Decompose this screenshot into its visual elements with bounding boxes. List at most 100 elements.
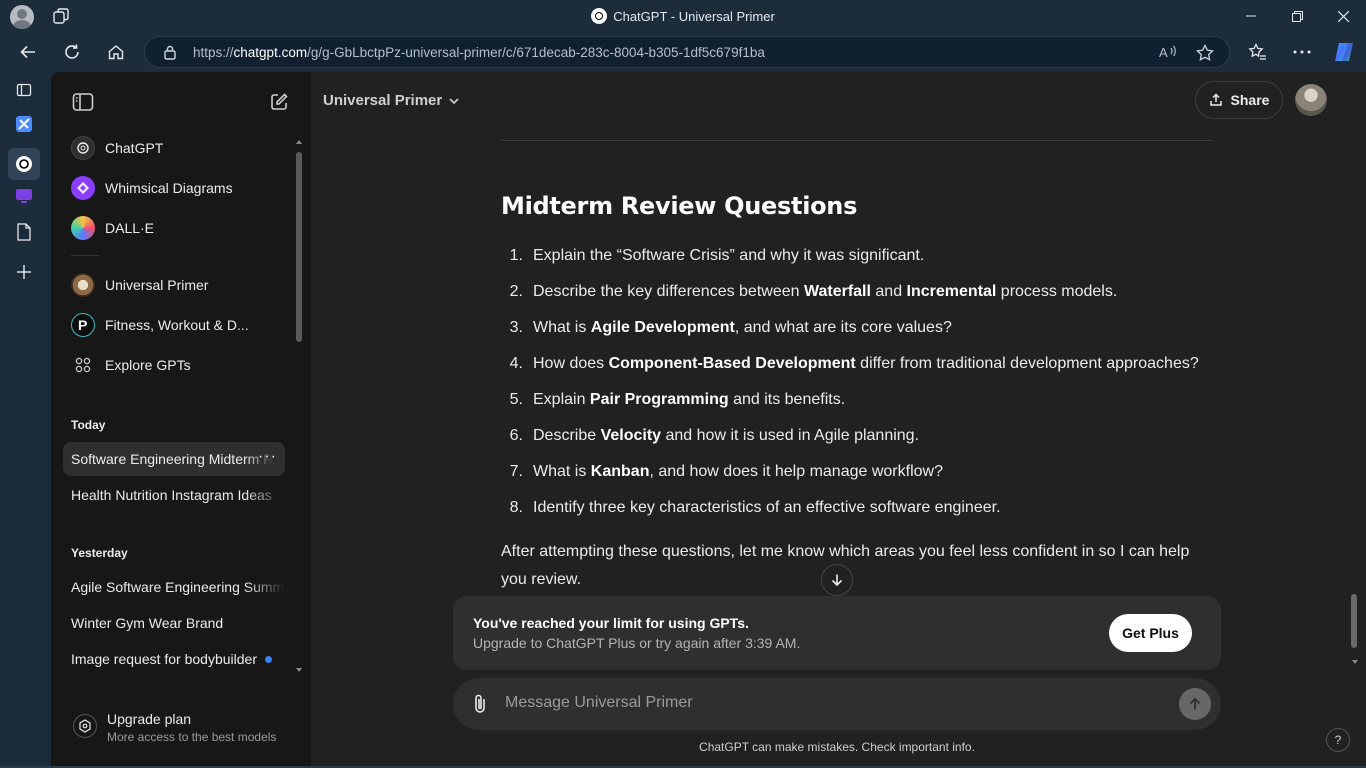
user-avatar[interactable] bbox=[1295, 84, 1327, 116]
question-text: Explain Pair Programming and its benefit… bbox=[533, 391, 846, 408]
sidebar-divider bbox=[71, 255, 99, 256]
model-name: Universal Primer bbox=[323, 92, 443, 109]
question-text: What is Agile Development, and what are … bbox=[533, 319, 952, 336]
question-item: 5. Explain Pair Programming and its benef… bbox=[501, 382, 1213, 418]
message-composer[interactable]: Message Universal Primer bbox=[453, 678, 1221, 730]
scroll-to-bottom-button[interactable] bbox=[821, 564, 853, 596]
favorites-icon[interactable] bbox=[1244, 38, 1272, 66]
question-number: 1. bbox=[509, 247, 523, 264]
sidebar-scroll-thumb[interactable] bbox=[296, 152, 302, 342]
share-button[interactable]: Share bbox=[1195, 81, 1283, 119]
share-label: Share bbox=[1230, 92, 1270, 108]
gpt-item-label: DALL·E bbox=[105, 220, 155, 236]
upgrade-subtitle: More access to the best models bbox=[107, 730, 277, 744]
question-number: 5. bbox=[509, 391, 523, 408]
help-button[interactable]: ? bbox=[1326, 728, 1350, 752]
arrow-up-icon bbox=[1189, 697, 1201, 710]
close-window-button[interactable] bbox=[1320, 0, 1366, 32]
limit-title: You've reached your limit for using GPTs… bbox=[473, 615, 749, 631]
home-button[interactable] bbox=[102, 38, 130, 66]
message-input[interactable]: Message Universal Primer bbox=[505, 694, 693, 712]
section-label-today: Today bbox=[71, 418, 106, 432]
svg-text:A: A bbox=[1159, 45, 1168, 60]
dalle-icon bbox=[71, 216, 95, 240]
new-chat-button[interactable] bbox=[267, 90, 291, 114]
favorite-star-icon[interactable] bbox=[1195, 43, 1215, 68]
question-text: Identify three key characteristics of an… bbox=[533, 499, 1001, 516]
svg-text:P: P bbox=[78, 317, 87, 333]
question-text: How does Component-Based Development dif… bbox=[533, 355, 1199, 372]
browser-toolbar: https://chatgpt.com/g/g-GbLbctpPz-univer… bbox=[0, 32, 1366, 72]
section-divider bbox=[501, 140, 1213, 141]
gpt-item-universal-primer[interactable]: Universal Primer bbox=[63, 267, 285, 303]
url-path: /g/g-GbLbctpPz-universal-primer/c/671dec… bbox=[307, 45, 765, 60]
chat-item-health-nutrition[interactable]: Health Nutrition Instagram Ideas bbox=[63, 478, 285, 512]
whimsical-icon bbox=[71, 176, 95, 200]
vertical-tabs-icon[interactable] bbox=[12, 78, 36, 102]
limit-subtitle: Upgrade to ChatGPT Plus or try again aft… bbox=[473, 635, 801, 651]
question-item: 4. How does Component-Based Development d… bbox=[501, 346, 1213, 382]
chat-options-button[interactable]: ··· bbox=[258, 448, 277, 466]
main-scroll-thumb[interactable] bbox=[1351, 594, 1357, 648]
get-plus-button[interactable]: Get Plus bbox=[1109, 614, 1192, 652]
chat-item-image-request[interactable]: Image request for bodybuilder bbox=[63, 642, 285, 676]
chat-item-agile[interactable]: Agile Software Engineering Summary bbox=[63, 570, 285, 604]
copilot-icon[interactable] bbox=[1330, 38, 1358, 66]
chatgpt-app: ChatGPT Whimsical Diagrams DALL·E Univer… bbox=[51, 72, 1366, 766]
chatgpt-app-icon[interactable] bbox=[8, 148, 40, 180]
attach-paperclip-icon[interactable] bbox=[469, 692, 491, 721]
tools-app-icon[interactable] bbox=[12, 112, 36, 136]
question-number: 8. bbox=[509, 499, 523, 516]
question-text: Describe the key differences between Wat… bbox=[533, 283, 1118, 300]
question-item: 7. What is Kanban, and how does it help m… bbox=[501, 454, 1213, 490]
url-text[interactable]: https://chatgpt.com/g/g-GbLbctpPz-univer… bbox=[193, 45, 765, 60]
refresh-button[interactable] bbox=[58, 38, 86, 66]
upgrade-title: Upgrade plan bbox=[107, 711, 192, 727]
send-button[interactable] bbox=[1179, 688, 1211, 720]
lock-icon[interactable] bbox=[163, 45, 177, 65]
outro-text: After attempting these questions, let me… bbox=[501, 543, 1190, 588]
gpt-item-label: Whimsical Diagrams bbox=[105, 180, 233, 196]
read-aloud-icon[interactable]: A bbox=[1159, 44, 1177, 63]
chat-sidebar: ChatGPT Whimsical Diagrams DALL·E Univer… bbox=[51, 72, 311, 766]
back-button[interactable] bbox=[14, 38, 42, 66]
model-selector[interactable]: Universal Primer bbox=[323, 92, 460, 109]
media-app-icon[interactable] bbox=[12, 184, 36, 208]
upgrade-plan-button[interactable]: Upgrade plan More access to the best mod… bbox=[63, 702, 293, 750]
gpt-item-dalle[interactable]: DALL·E bbox=[63, 210, 285, 246]
share-icon bbox=[1209, 93, 1222, 106]
chat-item-label: Image request for bodybuilder bbox=[71, 651, 257, 667]
grid-icon bbox=[71, 353, 95, 377]
minimize-button[interactable] bbox=[1228, 0, 1274, 32]
gpt-item-fitness[interactable]: P Fitness, Workout & D... bbox=[63, 307, 285, 343]
question-number: 7. bbox=[509, 463, 523, 480]
disclaimer-text: ChatGPT can make mistakes. Check importa… bbox=[699, 740, 975, 754]
gpt-item-chatgpt[interactable]: ChatGPT bbox=[63, 130, 285, 166]
more-options-icon[interactable] bbox=[1288, 38, 1316, 66]
unread-dot bbox=[265, 655, 272, 663]
document-app-icon[interactable] bbox=[12, 220, 36, 244]
scroll-down-arrow-icon[interactable] bbox=[1351, 658, 1359, 666]
questions-list: 1. Explain the “Software Crisis” and why … bbox=[501, 238, 1213, 526]
question-number: 3. bbox=[509, 319, 523, 336]
chat-item-label: Winter Gym Wear Brand bbox=[71, 615, 224, 631]
limit-banner: You've reached your limit for using GPTs… bbox=[453, 596, 1221, 670]
question-item: 8. Identify three key characteristics of … bbox=[501, 490, 1213, 526]
gpt-item-label: ChatGPT bbox=[105, 140, 164, 156]
toggle-sidebar-button[interactable] bbox=[71, 90, 95, 114]
address-bar[interactable]: https://chatgpt.com/g/g-GbLbctpPz-univer… bbox=[144, 36, 1230, 68]
chatgpt-logo-icon bbox=[71, 136, 95, 160]
content-heading: Midterm Review Questions bbox=[501, 192, 858, 220]
window-title: ChatGPT - Universal Primer bbox=[0, 8, 1366, 24]
chat-item-winter-gym[interactable]: Winter Gym Wear Brand bbox=[63, 606, 285, 640]
add-app-icon[interactable] bbox=[12, 260, 36, 284]
question-item: 3. What is Agile Development, and what ar… bbox=[501, 310, 1213, 346]
chat-main: Universal Primer Share Midterm Review Qu… bbox=[311, 72, 1366, 766]
chat-item-software-engineering[interactable]: Software Engineering Midterm Review ··· bbox=[63, 442, 285, 476]
gpt-item-whimsical-diagrams[interactable]: Whimsical Diagrams bbox=[63, 170, 285, 206]
universal-primer-icon bbox=[71, 273, 95, 297]
question-item: 1. Explain the “Software Crisis” and why … bbox=[501, 238, 1213, 274]
explore-gpts-button[interactable]: Explore GPTs bbox=[63, 347, 285, 383]
restore-button[interactable] bbox=[1274, 0, 1320, 32]
question-number: 4. bbox=[509, 355, 523, 372]
